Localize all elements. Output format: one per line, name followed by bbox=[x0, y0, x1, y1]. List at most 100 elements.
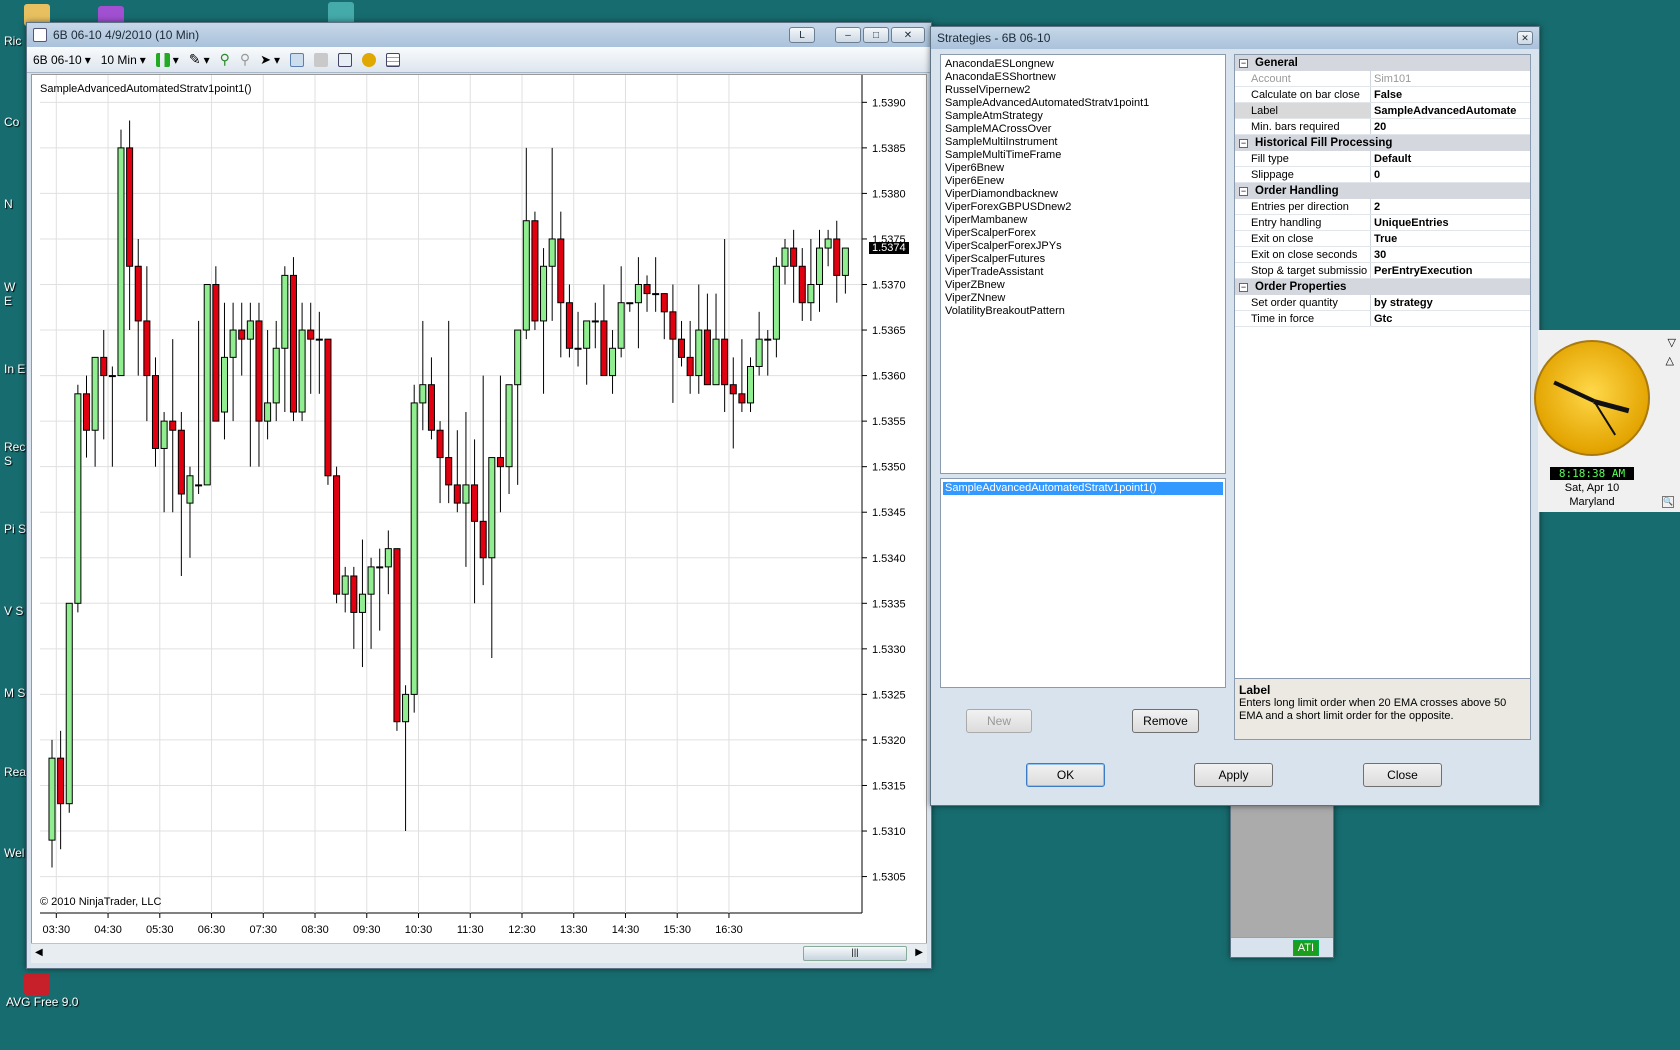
property-row[interactable]: Fill type Default bbox=[1235, 151, 1530, 167]
available-strategies-list[interactable]: AnacondaESLongnew AnacondaESShortnew Russe… bbox=[940, 54, 1226, 474]
period-selector[interactable]: 10 Min ▾ bbox=[101, 53, 146, 67]
property-row[interactable]: Label SampleAdvancedAutomate bbox=[1235, 103, 1530, 119]
strategy-list-item[interactable]: SampleMultiTimeFrame bbox=[945, 149, 1221, 162]
dialog-close-button[interactable]: ✕ bbox=[1517, 31, 1533, 45]
property-value[interactable]: PerEntryExecution bbox=[1371, 263, 1530, 278]
property-value[interactable]: True bbox=[1371, 231, 1530, 246]
strategy-list-item[interactable]: AnacondaESShortnew bbox=[945, 71, 1221, 84]
property-value[interactable]: UniqueEntries bbox=[1371, 215, 1530, 230]
scroll-thumb[interactable]: ||| bbox=[803, 946, 907, 961]
app-icon[interactable] bbox=[328, 2, 354, 24]
strategy-list-item[interactable]: ViperZBnew bbox=[945, 279, 1221, 292]
property-category[interactable]: − Order Properties bbox=[1235, 279, 1530, 295]
pointer-button[interactable]: ➤ ▾ bbox=[260, 52, 280, 68]
desktop-icon-label[interactable]: Rea bbox=[4, 765, 26, 779]
strategy-list-item[interactable]: ViperScalperForexJPYs bbox=[945, 240, 1221, 253]
property-row[interactable]: Stop & target submissio PerEntryExecution bbox=[1235, 263, 1530, 279]
candlestick-chart[interactable]: 1.53901.53851.53801.53751.53701.53651.53… bbox=[32, 75, 928, 947]
strategy-list-item[interactable]: ViperZNnew bbox=[945, 292, 1221, 305]
strategy-list-item[interactable]: AnacondaESLongnew bbox=[945, 58, 1221, 71]
property-value[interactable]: False bbox=[1371, 87, 1530, 102]
horizontal-scrollbar[interactable]: ◀ ||| ▶ bbox=[31, 943, 927, 963]
indicators-button[interactable] bbox=[338, 52, 353, 67]
property-row[interactable]: Entries per direction 2 bbox=[1235, 199, 1530, 215]
drawing-tool-button[interactable]: ✎ ▾ bbox=[189, 51, 210, 68]
property-row[interactable]: Exit on close True bbox=[1235, 231, 1530, 247]
property-row[interactable]: Time in force Gtc bbox=[1235, 311, 1530, 327]
property-row[interactable]: Calculate on bar close False bbox=[1235, 87, 1530, 103]
property-category[interactable]: − Historical Fill Processing bbox=[1235, 135, 1530, 151]
strategy-list-item[interactable]: SampleMACrossOver bbox=[945, 123, 1221, 136]
gadget-drag-icon[interactable]: △ bbox=[1666, 354, 1674, 367]
strategy-list-item[interactable]: ViperTradeAssistant bbox=[945, 266, 1221, 279]
collapse-icon[interactable]: − bbox=[1239, 138, 1248, 148]
apply-button[interactable]: Apply bbox=[1194, 763, 1273, 787]
strategy-list-item[interactable]: ViperMambanew bbox=[945, 214, 1221, 227]
property-value[interactable]: 2 bbox=[1371, 199, 1530, 214]
property-value[interactable]: Default bbox=[1371, 151, 1530, 166]
strategy-list-item[interactable]: VolatilityBreakoutPattern bbox=[945, 305, 1221, 318]
property-row[interactable]: Entry handling UniqueEntries bbox=[1235, 215, 1530, 231]
desktop-icon-label[interactable]: Rec S bbox=[4, 440, 26, 468]
bar-type-button[interactable]: ▾ bbox=[155, 52, 179, 67]
property-value[interactable]: 0 bbox=[1371, 167, 1530, 182]
strategies-dialog[interactable]: Strategies - 6B 06-10 ✕ AnacondaESLongne… bbox=[930, 26, 1540, 806]
chart-trader-button[interactable] bbox=[386, 52, 401, 67]
dialog-close-button-bottom[interactable]: Close bbox=[1363, 763, 1442, 787]
property-category[interactable]: − General bbox=[1235, 55, 1530, 71]
avg-label[interactable]: AVG Free 9.0 bbox=[6, 995, 78, 1009]
strategy-list-item[interactable]: SampleAdvancedAutomatedStratv1point1 bbox=[945, 97, 1221, 110]
property-row[interactable]: Min. bars required 20 bbox=[1235, 119, 1530, 135]
collapse-icon[interactable]: − bbox=[1239, 282, 1248, 292]
data-box-button[interactable] bbox=[290, 52, 305, 67]
minimize-button[interactable]: – bbox=[835, 27, 861, 43]
gadget-collapse-icon[interactable]: ▽ bbox=[1668, 336, 1676, 349]
chart-titlebar[interactable]: 6B 06-10 4/9/2010 (10 Min) L – □ ✕ bbox=[27, 23, 931, 47]
zoom-in-button[interactable]: ⚲ bbox=[220, 51, 230, 68]
property-grid[interactable]: − General Account Sim101 Calculate on bar cl… bbox=[1234, 54, 1531, 702]
strategy-list-item[interactable]: ViperForexGBPUSDnew2 bbox=[945, 201, 1221, 214]
ok-button[interactable]: OK bbox=[1026, 763, 1105, 787]
property-row[interactable]: Account Sim101 bbox=[1235, 71, 1530, 87]
remove-button[interactable]: Remove bbox=[1132, 709, 1199, 733]
property-value[interactable]: Sim101 bbox=[1371, 71, 1530, 86]
chart-area[interactable]: 1.5390 1.5385 1.5380 1.5375 1.5370 1.5365 1.53… bbox=[31, 74, 927, 946]
scroll-left-icon[interactable]: ◀ bbox=[35, 947, 43, 958]
property-value[interactable]: by strategy bbox=[1371, 295, 1530, 310]
property-value[interactable]: 30 bbox=[1371, 247, 1530, 262]
chart-window[interactable]: 6B 06-10 4/9/2010 (10 Min) L – □ ✕ 6B 06… bbox=[26, 22, 932, 969]
strategy-list-item[interactable]: ViperScalperForex bbox=[945, 227, 1221, 240]
strategy-list-item[interactable]: ViperScalperFutures bbox=[945, 253, 1221, 266]
scroll-right-icon[interactable]: ▶ bbox=[915, 947, 923, 958]
strategy-list-item[interactable]: SampleMultiInstrument bbox=[945, 136, 1221, 149]
desktop-icon-label[interactable]: Co bbox=[4, 115, 26, 129]
avg-icon[interactable] bbox=[24, 973, 50, 995]
strategy-list-item[interactable]: RusselVipernew2 bbox=[945, 84, 1221, 97]
strategy-list-item[interactable]: Viper6Bnew bbox=[945, 162, 1221, 175]
close-button[interactable]: ✕ bbox=[891, 27, 925, 43]
new-button[interactable]: New bbox=[966, 709, 1032, 733]
desktop-icon-label[interactable]: Ric bbox=[4, 34, 26, 48]
desktop-icon-label[interactable]: Wel bbox=[4, 846, 26, 860]
desktop-icon-label[interactable]: V S bbox=[4, 604, 26, 618]
property-row[interactable]: Slippage 0 bbox=[1235, 167, 1530, 183]
instrument-selector[interactable]: 6B 06-10 ▾ bbox=[33, 53, 91, 67]
desktop-icon-label[interactable]: Pi S bbox=[4, 522, 26, 536]
dialog-titlebar[interactable]: Strategies - 6B 06-10 ✕ bbox=[931, 27, 1539, 49]
desktop-icon-label[interactable]: M S bbox=[4, 686, 26, 700]
property-value[interactable]: 20 bbox=[1371, 119, 1530, 134]
collapse-icon[interactable]: − bbox=[1239, 58, 1248, 68]
zoom-out-button[interactable]: ⚲ bbox=[240, 51, 250, 68]
gadget-settings-icon[interactable]: 🔍 bbox=[1662, 496, 1674, 508]
configured-strategy-item[interactable]: SampleAdvancedAutomatedStratv1point1() bbox=[943, 482, 1223, 495]
strategy-list-item[interactable]: SampleAtmStrategy bbox=[945, 110, 1221, 123]
strategy-list-item[interactable]: Viper6Enew bbox=[945, 175, 1221, 188]
properties-button[interactable] bbox=[314, 52, 329, 67]
link-button[interactable]: L bbox=[789, 27, 815, 43]
property-category[interactable]: − Order Handling bbox=[1235, 183, 1530, 199]
property-value[interactable]: SampleAdvancedAutomate bbox=[1371, 103, 1530, 118]
strategy-list-item[interactable]: ViperDiamondbacknew bbox=[945, 188, 1221, 201]
property-row[interactable]: Set order quantity by strategy bbox=[1235, 295, 1530, 311]
desktop-icon-label[interactable]: N bbox=[4, 197, 26, 211]
property-row[interactable]: Exit on close seconds 30 bbox=[1235, 247, 1530, 263]
